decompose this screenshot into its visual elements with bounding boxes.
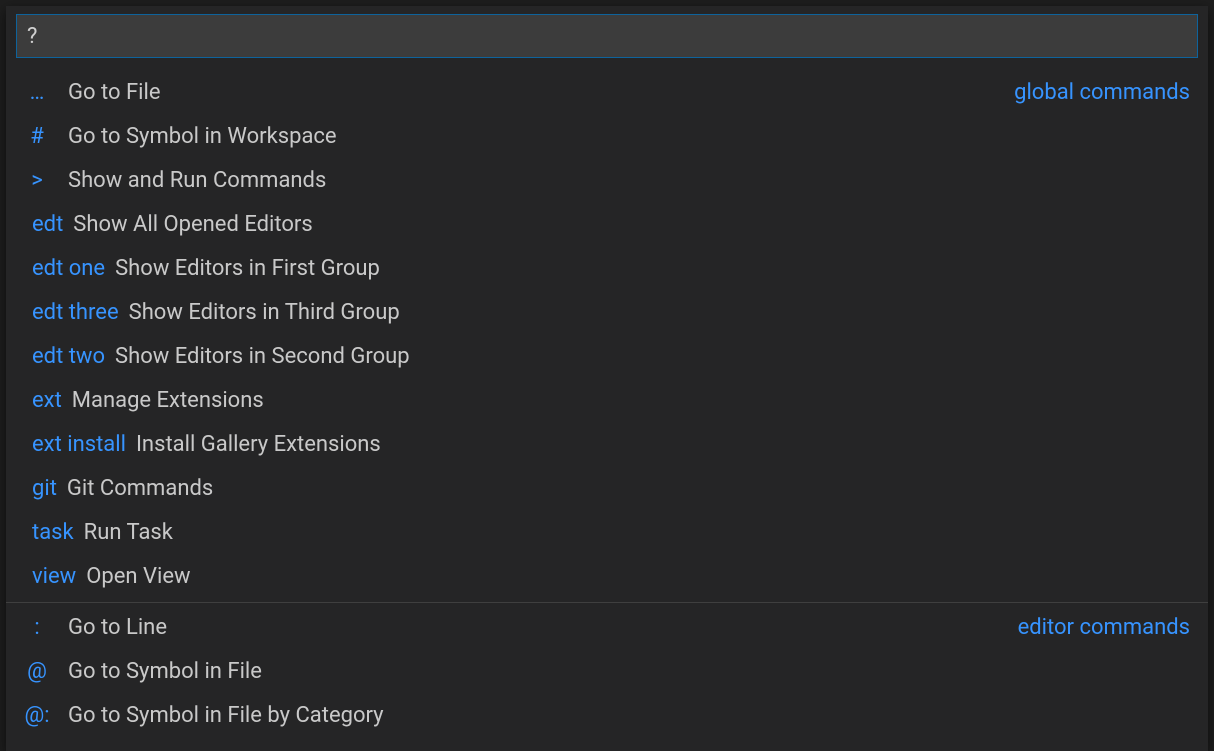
item-prefix: > bbox=[16, 168, 58, 193]
quick-open-input[interactable] bbox=[16, 14, 1198, 58]
quick-open-item[interactable]: edt Show All Opened Editors bbox=[6, 202, 1208, 246]
quick-open-panel: … Go to File global commands # Go to Symbol … bbox=[6, 6, 1208, 751]
quick-open-item[interactable]: : Go to Line editor commands bbox=[6, 605, 1208, 649]
item-label: Go to Symbol in File bbox=[68, 659, 262, 684]
item-label: Go to Line bbox=[68, 615, 167, 640]
group-badge: global commands bbox=[1014, 80, 1190, 105]
item-label: Show Editors in Third Group bbox=[129, 300, 400, 325]
quick-open-item[interactable]: edt three Show Editors in Third Group bbox=[6, 290, 1208, 334]
item-prefix: … bbox=[16, 80, 58, 105]
item-prefix: edt bbox=[16, 212, 63, 237]
item-label: Manage Extensions bbox=[72, 388, 264, 413]
item-label: Show and Run Commands bbox=[68, 168, 326, 193]
quick-open-item[interactable]: edt one Show Editors in First Group bbox=[6, 246, 1208, 290]
quick-open-item[interactable]: ext Manage Extensions bbox=[6, 378, 1208, 422]
item-prefix: edt three bbox=[16, 300, 119, 325]
item-label: Go to Symbol in Workspace bbox=[68, 124, 337, 149]
item-prefix: ext install bbox=[16, 432, 126, 457]
quick-open-item[interactable]: @: Go to Symbol in File by Category bbox=[6, 693, 1208, 737]
item-prefix: : bbox=[16, 615, 58, 640]
quick-open-item[interactable]: git Git Commands bbox=[6, 466, 1208, 510]
quick-open-list: … Go to File global commands # Go to Symbol … bbox=[6, 66, 1208, 751]
quick-open-item[interactable]: # Go to Symbol in Workspace bbox=[6, 114, 1208, 158]
quick-open-item[interactable]: ext install Install Gallery Extensions bbox=[6, 422, 1208, 466]
item-label: Run Task bbox=[84, 520, 173, 545]
item-prefix: edt one bbox=[16, 256, 105, 281]
item-prefix: task bbox=[16, 520, 74, 545]
item-label: Show Editors in First Group bbox=[115, 256, 380, 281]
item-label: Install Gallery Extensions bbox=[136, 432, 381, 457]
item-prefix: @: bbox=[16, 703, 58, 728]
item-label: Show All Opened Editors bbox=[73, 212, 312, 237]
item-label: Show Editors in Second Group bbox=[115, 344, 410, 369]
item-prefix: # bbox=[16, 124, 58, 149]
quick-open-item[interactable]: > Show and Run Commands bbox=[6, 158, 1208, 202]
quick-open-item[interactable]: task Run Task bbox=[6, 510, 1208, 554]
item-prefix: @ bbox=[16, 659, 58, 684]
item-label: Go to Symbol in File by Category bbox=[68, 703, 384, 728]
item-prefix: git bbox=[16, 476, 57, 501]
item-prefix: ext bbox=[16, 388, 62, 413]
group-separator bbox=[6, 602, 1208, 603]
item-prefix: edt two bbox=[16, 344, 105, 369]
quick-open-item[interactable]: view Open View bbox=[6, 554, 1208, 598]
quick-open-item[interactable]: edt two Show Editors in Second Group bbox=[6, 334, 1208, 378]
quick-open-item[interactable]: @ Go to Symbol in File bbox=[6, 649, 1208, 693]
item-label: Git Commands bbox=[67, 476, 213, 501]
group-badge: editor commands bbox=[1018, 615, 1190, 640]
quick-open-item[interactable]: … Go to File global commands bbox=[6, 70, 1208, 114]
item-prefix: view bbox=[16, 564, 76, 589]
quick-open-input-wrap bbox=[6, 6, 1208, 66]
item-label: Open View bbox=[86, 564, 190, 589]
item-label: Go to File bbox=[68, 80, 161, 105]
